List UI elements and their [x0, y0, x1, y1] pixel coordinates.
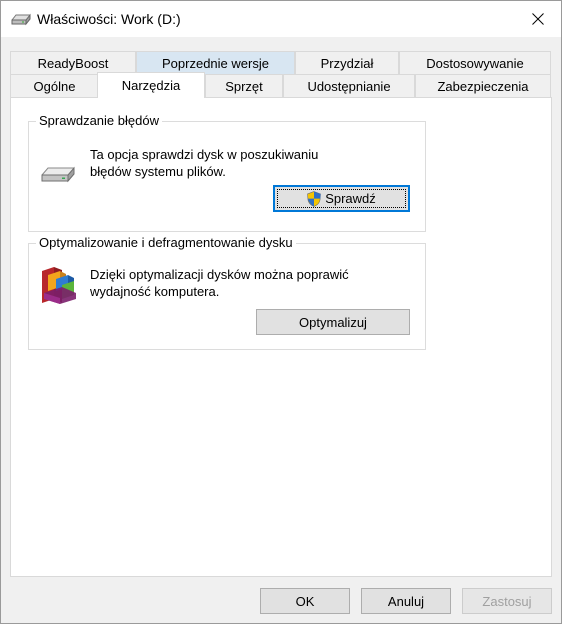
tab-customize[interactable]: Dostosowywanie [399, 51, 551, 74]
close-button[interactable] [515, 1, 561, 37]
tab-previous-versions[interactable]: Poprzednie wersje [136, 51, 295, 74]
properties-dialog: Właściwości: Work (D:) ReadyBoost Poprze… [0, 0, 562, 624]
defrag-icon [40, 265, 80, 305]
tab-security[interactable]: Zabezpieczenia [415, 74, 551, 97]
tools-panel: Sprawdzanie błędów Ta opcja sprawdzi dys… [10, 97, 552, 577]
tab-quota[interactable]: Przydział [295, 51, 399, 74]
optimize-button[interactable]: Optymalizuj [256, 309, 410, 335]
optimize-description-line2: wydajność komputera. [90, 284, 220, 299]
tab-readyboost[interactable]: ReadyBoost [10, 51, 136, 74]
optimize-title: Optymalizowanie i defragmentowanie dysku [36, 235, 296, 250]
title-bar[interactable]: Właściwości: Work (D:) [1, 1, 561, 37]
optimize-description-line1: Dzięki optymalizacji dysków można popraw… [90, 267, 349, 282]
tab-sharing[interactable]: Udostępnianie [283, 74, 415, 97]
tab-general[interactable]: Ogólne [10, 74, 99, 97]
drive-icon [11, 12, 31, 26]
error-check-title: Sprawdzanie błędów [36, 113, 162, 128]
drive-icon [41, 164, 75, 184]
error-check-description-line2: błędów systemu plików. [90, 164, 226, 179]
check-button[interactable]: Sprawdź [273, 185, 410, 212]
error-check-description-line1: Ta opcja sprawdzi dysk w poszukiwaniu [90, 147, 319, 162]
window-title: Właściwości: Work (D:) [37, 11, 181, 27]
error-check-group: Sprawdzanie błędów Ta opcja sprawdzi dys… [28, 113, 426, 232]
close-icon [532, 13, 544, 25]
tab-tools[interactable]: Narzędzia [97, 72, 205, 98]
apply-button[interactable]: Zastosuj [462, 588, 552, 614]
uac-shield-icon [307, 190, 322, 207]
tab-hardware[interactable]: Sprzęt [205, 74, 283, 97]
optimize-group: Optymalizowanie i defragmentowanie dysku… [28, 235, 426, 350]
cancel-button[interactable]: Anuluj [361, 588, 451, 614]
ok-button[interactable]: OK [260, 588, 350, 614]
